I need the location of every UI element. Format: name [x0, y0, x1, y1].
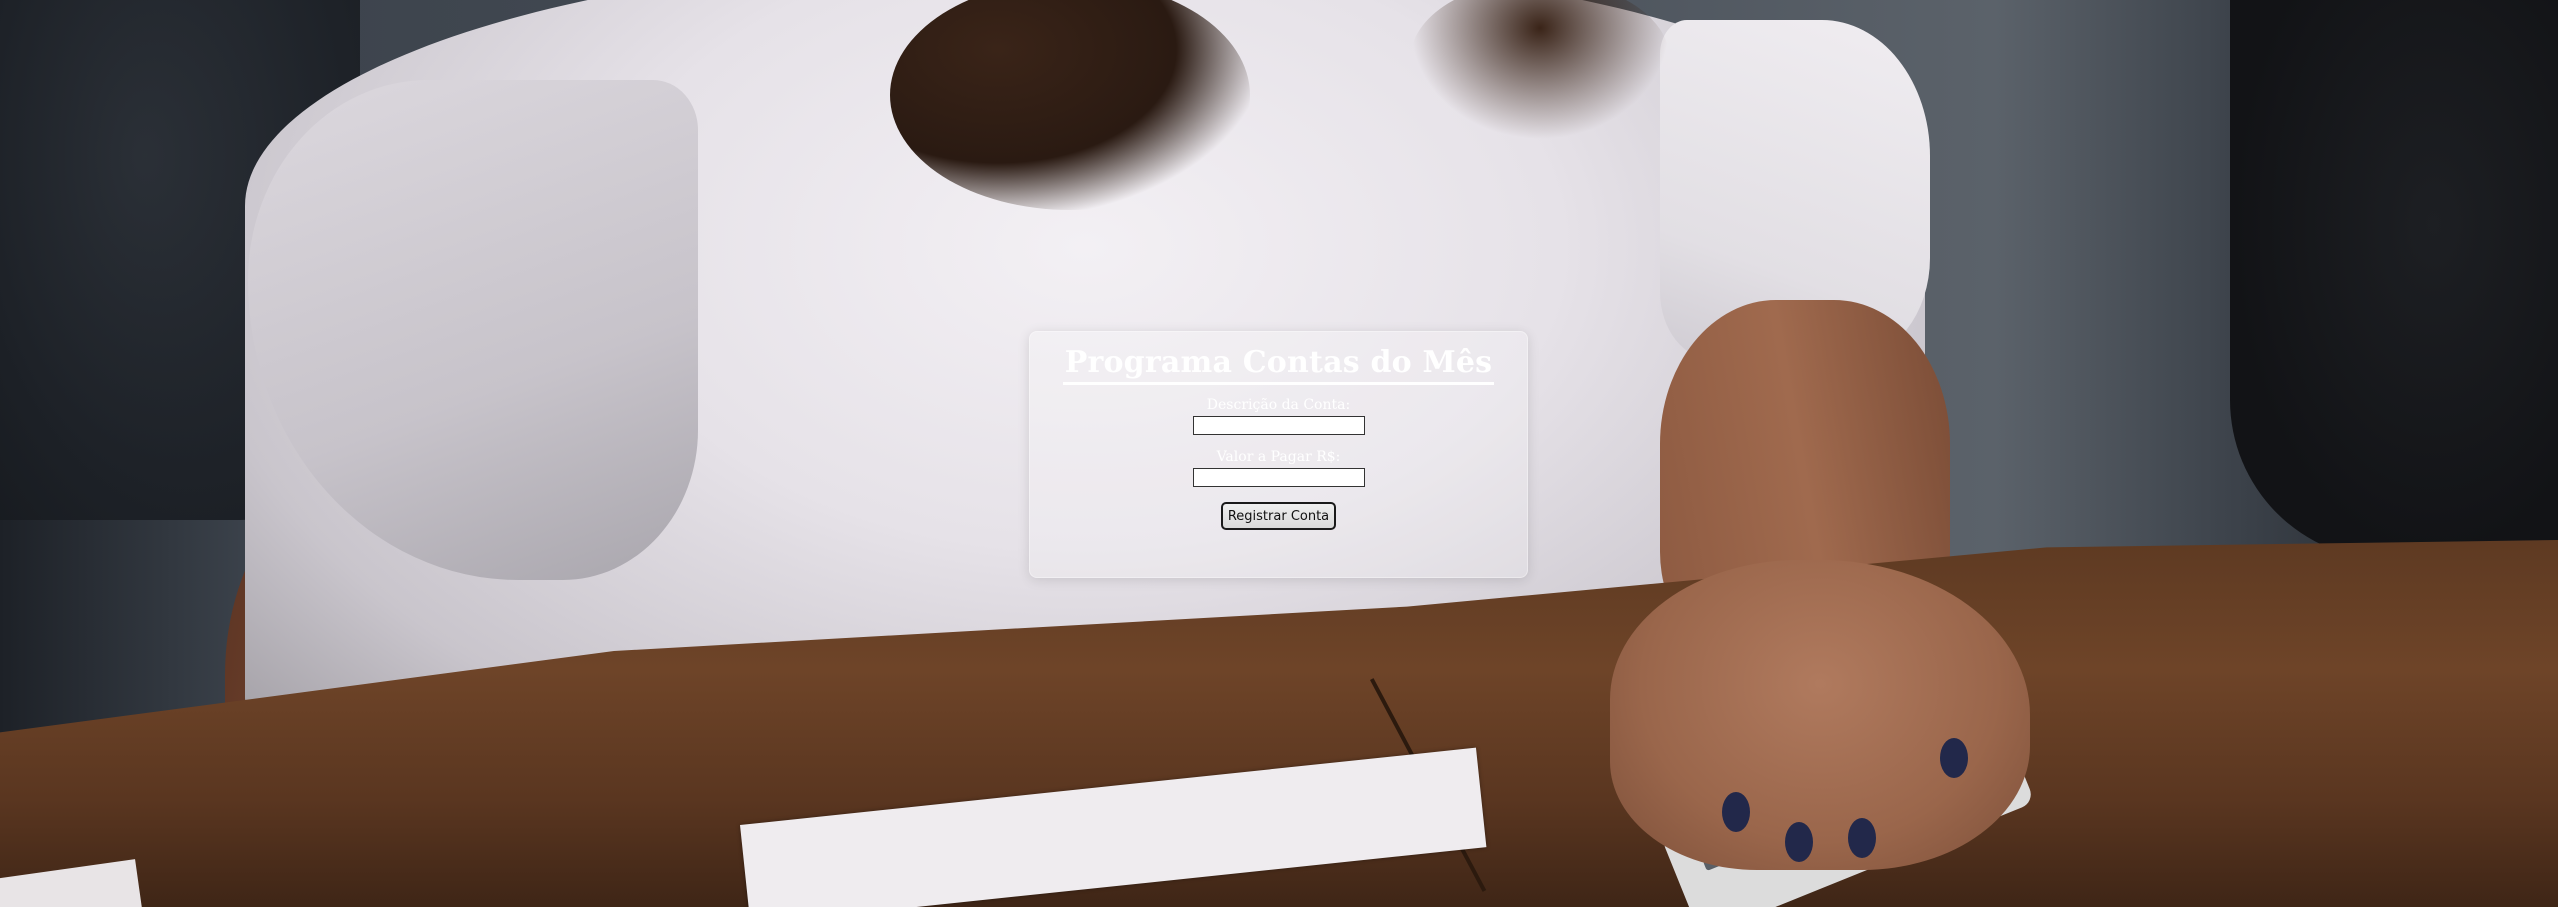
background-fingernail: [1785, 822, 1813, 862]
description-label: Descrição da Conta:: [1206, 397, 1351, 413]
page: Programa Contas do Mês Descrição da Cont…: [0, 0, 2558, 907]
background-fingernail: [1940, 738, 1968, 778]
register-bill-button[interactable]: Registrar Conta: [1220, 502, 1337, 530]
amount-label: Valor a Pagar R$:: [1216, 449, 1341, 465]
bill-form-card: Programa Contas do Mês Descrição da Cont…: [1029, 331, 1528, 578]
background-hand-right: [1610, 560, 2030, 870]
background-fingernail: [1722, 792, 1750, 832]
amount-input[interactable]: [1192, 468, 1365, 487]
background-fingernail: [1848, 818, 1876, 858]
page-title: Programa Contas do Mês: [1062, 344, 1495, 385]
description-input[interactable]: [1192, 416, 1365, 435]
background-chair-right: [2230, 0, 2558, 560]
